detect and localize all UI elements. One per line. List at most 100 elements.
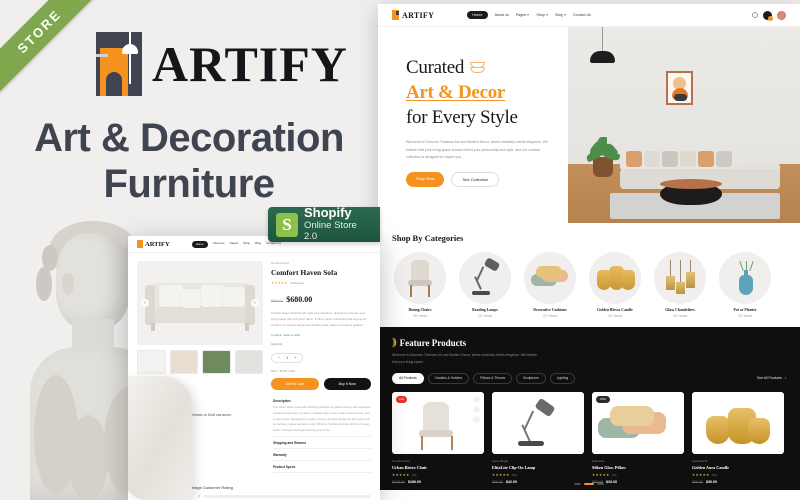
product-badge: -60% bbox=[596, 395, 610, 403]
category-decorative-cushions[interactable]: Decorative Cushions 20+ Items bbox=[522, 252, 578, 318]
carousel-dot[interactable] bbox=[574, 483, 581, 485]
product-price: $240.00 $180.00 bbox=[392, 480, 484, 484]
category-dining-chairs[interactable]: Dining Chairs 20+ Items bbox=[392, 252, 448, 318]
navbar-links: Home About us Pages Shop Blog Contact Us bbox=[191, 240, 281, 248]
nav-item-blog[interactable]: Blog bbox=[255, 241, 261, 248]
nav-item-home[interactable]: Home bbox=[191, 240, 208, 248]
review-count: 10 Review bbox=[290, 281, 305, 285]
coffee-table bbox=[660, 179, 722, 205]
add-to-cart-button[interactable]: Add to Cart bbox=[271, 378, 319, 391]
accordion-item-description[interactable]: Description The Clean Wave Automatic Was… bbox=[273, 399, 371, 438]
product-card[interactable]: Lume Bright ElitaLite Clip-On Lamp ★★★★★… bbox=[492, 391, 584, 484]
nav-item-about-us[interactable]: About us bbox=[495, 13, 509, 17]
chandelier-icon bbox=[654, 252, 706, 304]
star-rating-icon: ★★★★★ bbox=[592, 472, 610, 477]
product-name: Silken Glow Pillow bbox=[592, 464, 626, 470]
product-thumbnail: Hot bbox=[392, 391, 484, 454]
carousel-dot[interactable] bbox=[597, 483, 604, 485]
carousel-pagination[interactable] bbox=[574, 483, 604, 485]
tab-lighting[interactable]: Lighting bbox=[549, 372, 576, 384]
quantity-decrease[interactable]: − bbox=[278, 356, 280, 360]
chevron-down-icon bbox=[527, 14, 530, 16]
category-count: 20+ Items bbox=[477, 314, 493, 318]
navbar-logo[interactable]: ARTIFY bbox=[392, 10, 434, 20]
product-rating: ★★★★★ (10) bbox=[492, 473, 584, 477]
current-price: $180.00 bbox=[408, 479, 421, 484]
product-brand: Luna Decor bbox=[692, 458, 708, 463]
nav-item-blog[interactable]: Blog bbox=[555, 13, 567, 17]
homepage-navbar: ARTIFY Home About us Pages Shop Blog Con… bbox=[378, 4, 800, 27]
gallery-thumb[interactable] bbox=[234, 350, 263, 374]
tab-sculptures[interactable]: Sculptures bbox=[516, 372, 546, 384]
accordion-heading: Shipping and Returns bbox=[273, 441, 307, 446]
nav-item-contact-us[interactable]: Contact Us bbox=[573, 13, 591, 17]
hero-line3: for Every Style bbox=[406, 107, 518, 129]
hero-paragraph: Welcome to Discover Timeless Art and Mod… bbox=[406, 140, 548, 159]
nav-item-home[interactable]: Home bbox=[467, 11, 488, 19]
rating-caption: Average Customer Rating bbox=[187, 485, 233, 491]
nav-item-shop[interactable]: Shop bbox=[536, 13, 549, 17]
account-avatar[interactable] bbox=[777, 10, 786, 20]
navbar-logo[interactable]: ARTIFY bbox=[137, 240, 170, 248]
category-golden-blown-candle[interactable]: Golden Blown Candle 10+ Items bbox=[587, 252, 643, 318]
wishlist-icon[interactable] bbox=[473, 395, 480, 403]
theme-preview-composite: STORE ARTIFY Art & Decoration Furniture bbox=[0, 0, 800, 500]
navbar-links: Home About us Pages Shop Blog Contact Us bbox=[467, 11, 591, 19]
potted-plant bbox=[585, 135, 621, 177]
gallery-prev-arrow[interactable]: ‹ bbox=[141, 299, 149, 307]
star-icon: ★ bbox=[198, 494, 201, 499]
category-reading-lamps[interactable]: Reading Lamps 20+ Items bbox=[457, 252, 513, 318]
accordion-body: The Clean Wave Automatic Washing Machine… bbox=[273, 405, 371, 432]
cushion-icon bbox=[524, 252, 576, 304]
quantity-stepper[interactable]: − 1 + bbox=[271, 353, 304, 364]
quantity-increase[interactable]: + bbox=[294, 356, 296, 360]
quickview-icon[interactable] bbox=[473, 405, 480, 413]
product-main-image: ‹ › bbox=[137, 261, 263, 345]
gallery-thumb[interactable] bbox=[169, 350, 198, 374]
accordion-item-warranty[interactable]: Warranty bbox=[273, 453, 371, 462]
carousel-dot-active[interactable] bbox=[584, 483, 594, 485]
product-brand: Lume Bright bbox=[492, 458, 509, 463]
artify-logo: ARTIFY bbox=[96, 32, 348, 96]
product-card[interactable]: Luna Decor Golden Aura Candle ★★★★★ (10)… bbox=[692, 391, 784, 484]
tab-all-products[interactable]: All Products bbox=[392, 372, 424, 384]
nav-item-pages[interactable]: Pages bbox=[516, 13, 530, 17]
product-rating: ★★★★★ (10) bbox=[592, 473, 684, 477]
shop-now-button[interactable]: Shop Now bbox=[406, 172, 445, 188]
nav-item-about-us[interactable]: About us bbox=[213, 241, 225, 248]
search-icon[interactable] bbox=[752, 12, 758, 18]
buy-it-now-button[interactable]: Buy it Now bbox=[323, 378, 371, 391]
product-name: Golden Aura Candle bbox=[692, 464, 729, 470]
cart-icon[interactable] bbox=[763, 10, 773, 21]
accordion-item-shipping[interactable]: Shipping and Returns bbox=[273, 441, 371, 450]
tab-candles-holders[interactable]: Candles & Holders bbox=[427, 372, 470, 384]
nav-item-shop[interactable]: Shop bbox=[243, 241, 250, 248]
category-count: 20+ Items bbox=[672, 314, 688, 318]
gallery-next-arrow[interactable]: › bbox=[251, 299, 259, 307]
nav-item-pages[interactable]: Pages bbox=[230, 241, 239, 248]
see-collection-button[interactable]: See Collection bbox=[451, 172, 500, 188]
promo-headline-line2: Furniture bbox=[103, 162, 275, 206]
chevron-down-icon bbox=[564, 14, 567, 16]
category-count: 10+ Items bbox=[607, 314, 623, 318]
compare-icon[interactable] bbox=[473, 415, 480, 423]
feature-products-header: )) Feature Products bbox=[392, 337, 786, 348]
store-ribbon-label: STORE bbox=[14, 6, 64, 56]
accordion-item-product-specs[interactable]: Product Specs bbox=[273, 465, 371, 474]
gallery-thumb[interactable] bbox=[137, 350, 166, 374]
product-brand: Comfort Nest bbox=[271, 261, 289, 265]
product-rating: ★★★★★ (10) bbox=[392, 473, 484, 477]
tab-pillows-throws[interactable]: Pillows & Throws bbox=[473, 372, 513, 384]
golden-candle-icon bbox=[589, 252, 641, 304]
category-glass-chandeliers[interactable]: Glass Chandeliers 20+ Items bbox=[652, 252, 708, 318]
product-name: ElitaLite Clip-On Lamp bbox=[492, 464, 536, 470]
product-brand: Comfort Nest bbox=[392, 458, 410, 463]
product-card[interactable]: Hot Comfort Nest Urban Bistro Chair ★★★★… bbox=[392, 391, 484, 484]
product-card[interactable]: -60% Soft Aura Silken Glow Pillow ★★★★★ … bbox=[592, 391, 684, 484]
shopify-subtitle: Online Store 2.0 bbox=[304, 219, 357, 243]
rating-bar-track bbox=[203, 494, 371, 498]
gallery-thumb[interactable] bbox=[202, 350, 231, 374]
see-all-products-link[interactable]: See All Products › bbox=[757, 376, 786, 380]
product-thumbnail bbox=[692, 391, 784, 454]
category-pot-or-planter[interactable]: Pot or Planter 20+ Items bbox=[717, 252, 773, 318]
